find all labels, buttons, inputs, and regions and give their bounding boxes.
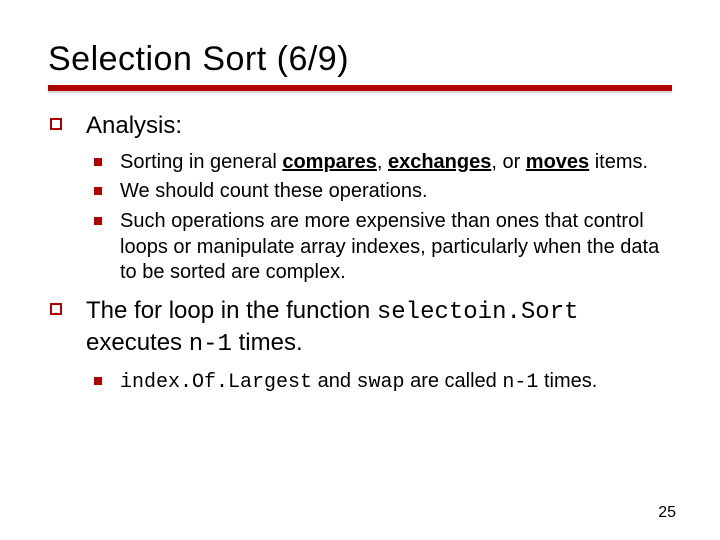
code-swap: swap xyxy=(357,371,405,394)
sub-list-forloop: index.Of.Largest and swap are called n-1… xyxy=(86,369,672,396)
bullet-list: Analysis: Sorting in general compares, e… xyxy=(48,111,672,396)
text: , xyxy=(377,151,388,173)
sub-list-analysis: Sorting in general compares, exchanges, … xyxy=(86,150,672,286)
text: The for loop in the function xyxy=(86,297,377,324)
keyword-exchanges: exchanges xyxy=(388,151,491,173)
text: , or xyxy=(491,151,525,173)
slide-title: Selection Sort (6/9) xyxy=(48,40,672,79)
sub-item-calls: index.Of.Largest and swap are called n-1… xyxy=(86,369,672,396)
keyword-compares: compares xyxy=(282,151,377,173)
sub-item-count: We should count these operations. xyxy=(86,179,672,205)
page-number: 25 xyxy=(658,504,676,522)
keyword-moves: moves xyxy=(526,151,589,173)
text: items. xyxy=(589,151,648,173)
text: and xyxy=(312,370,356,392)
title-rule-shadow xyxy=(48,91,672,93)
bullet-forloop: The for loop in the function selectoin.S… xyxy=(48,296,672,396)
text: times. xyxy=(232,329,303,356)
text: times. xyxy=(538,370,597,392)
sub-item-compares: Sorting in general compares, exchanges, … xyxy=(86,150,672,176)
text: executes xyxy=(86,329,189,356)
bullet-analysis-label: Analysis: xyxy=(86,112,182,139)
slide: Selection Sort (6/9) Analysis: Sorting i… xyxy=(0,0,720,540)
code-selection-sort: selectoin.Sort xyxy=(377,299,579,326)
bullet-analysis: Analysis: Sorting in general compares, e… xyxy=(48,111,672,286)
code-n-minus-1b: n-1 xyxy=(502,371,538,394)
code-n-minus-1: n-1 xyxy=(189,331,232,358)
text: are called xyxy=(405,370,503,392)
text: Sorting in general xyxy=(120,151,282,173)
code-index-of-largest: index.Of.Largest xyxy=(120,371,312,394)
sub-item-expensive: Such operations are more expensive than … xyxy=(86,209,672,286)
